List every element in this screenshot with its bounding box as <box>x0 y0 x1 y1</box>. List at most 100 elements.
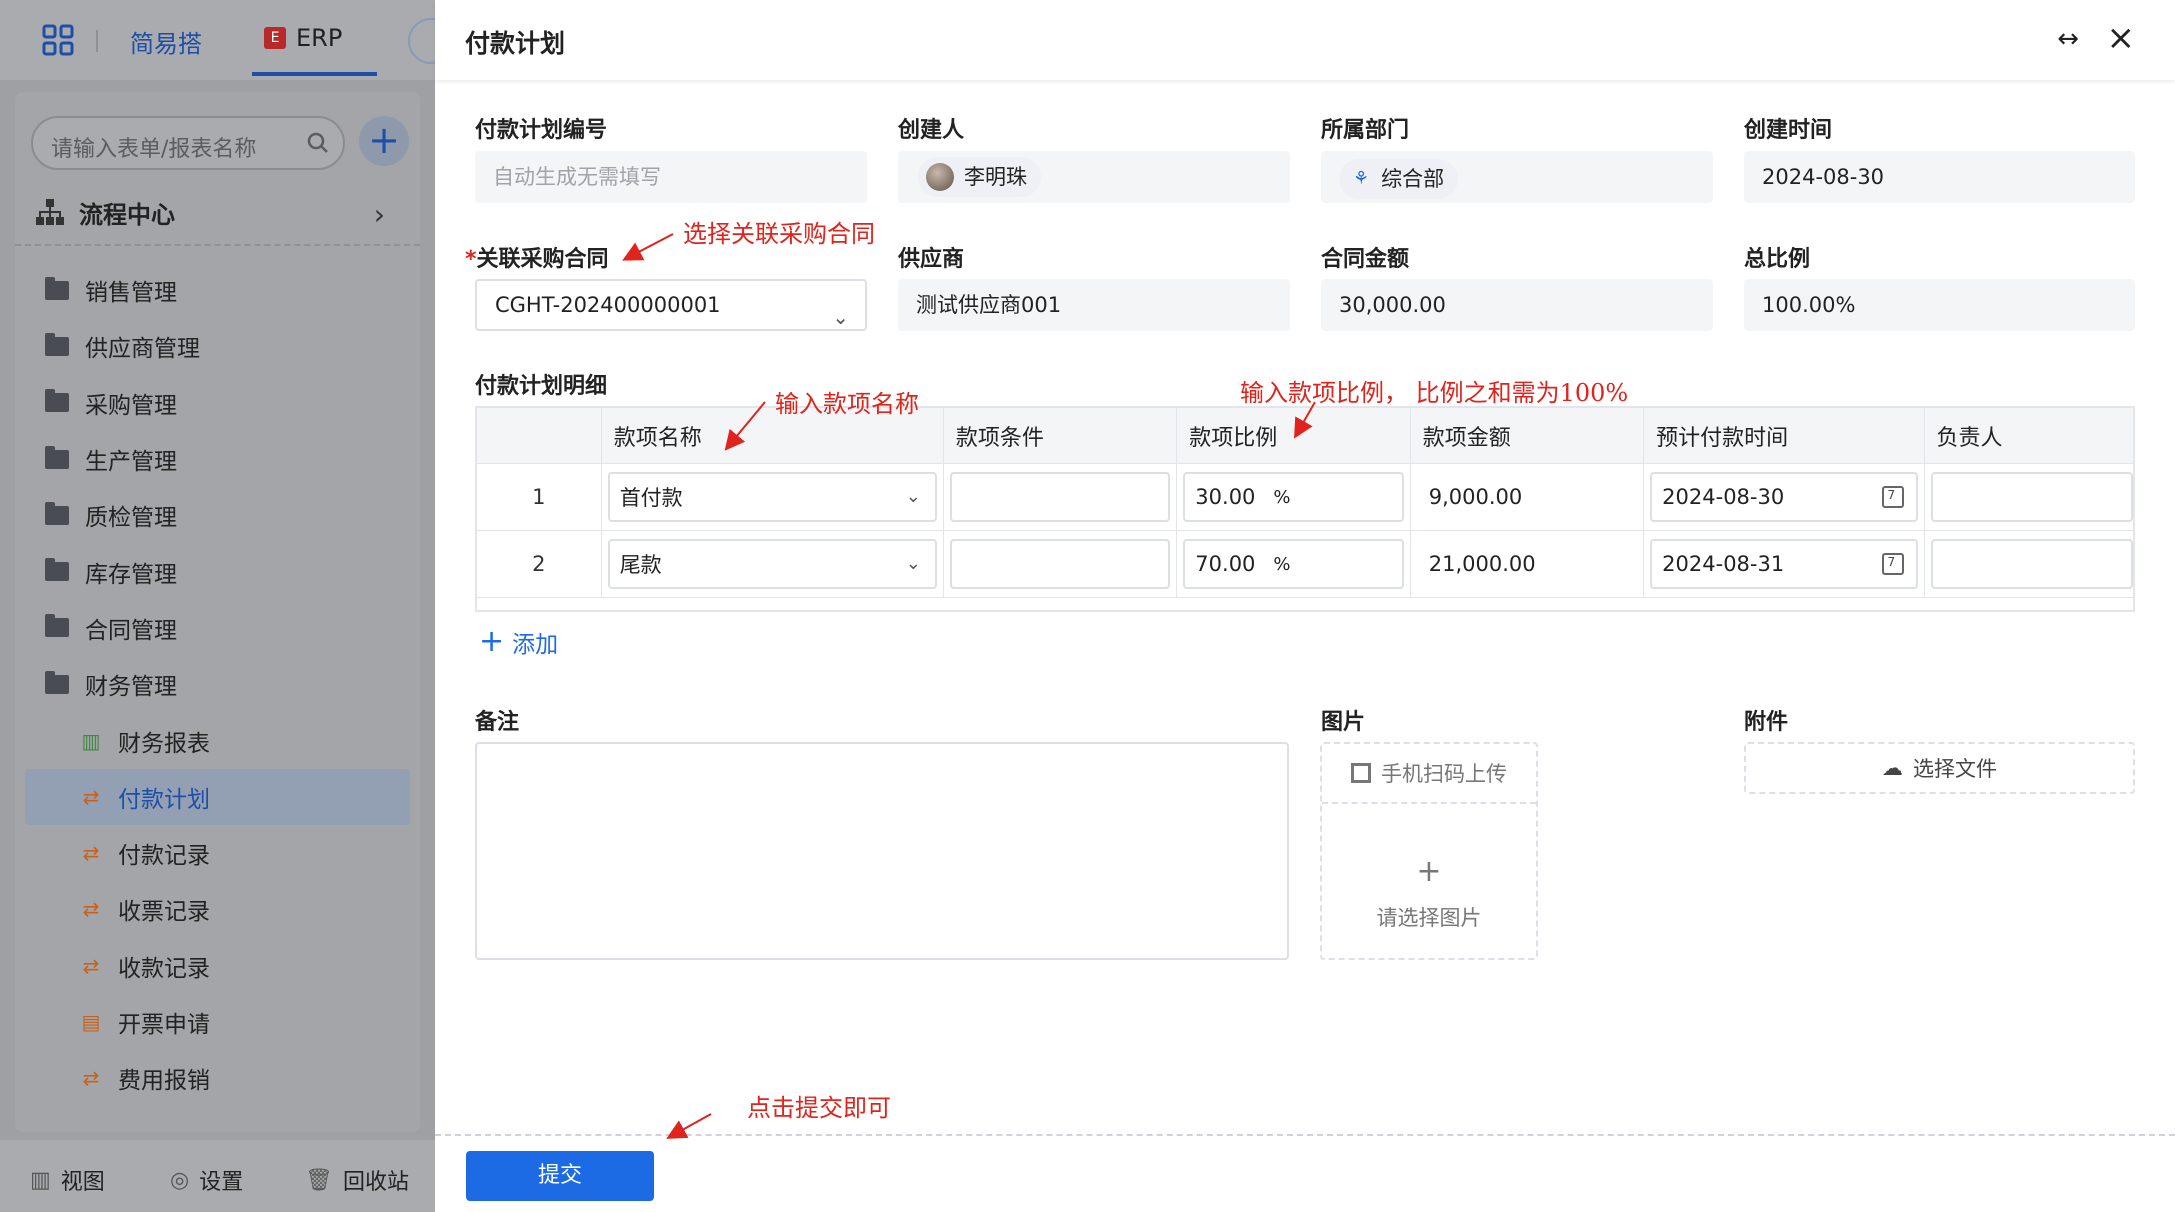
item-name-select[interactable]: 首付款 ⌄ <box>607 472 937 522</box>
sidebar-item-receipt-record[interactable]: ⇄ 收款记录 <box>15 938 420 994</box>
sidebar-item-supplier[interactable]: 供应商管理 <box>15 318 420 374</box>
chevron-right-icon: › <box>373 198 385 231</box>
item-condition-input[interactable] <box>949 539 1171 589</box>
dept-field[interactable]: ⚘ 综合部 <box>1321 151 1713 203</box>
owner-input[interactable] <box>1930 472 2133 522</box>
column-header <box>477 408 602 463</box>
item-name-select[interactable]: 尾款 ⌄ <box>607 539 937 589</box>
flow-center[interactable]: 流程中心 › <box>35 192 415 232</box>
sidebar-item-contract[interactable]: 合同管理 <box>15 600 420 656</box>
sidebar-item-invoice-request[interactable]: ▤ 开票申请 <box>15 994 420 1050</box>
column-header: 款项金额 <box>1411 408 1645 463</box>
payment-plan-panel: 付款计划 ↔ × 付款计划编号 自动生成无需填写 创建人 李明珠 所属部门 ⚘ 综… <box>435 0 2175 1212</box>
sidebar-item-payment-plan[interactable]: ⇄ 付款计划 <box>25 768 410 825</box>
sidebar-item-finance[interactable]: 财务管理 <box>15 656 420 712</box>
trash-icon: 🗑 <box>305 1167 333 1193</box>
creator-name: 李明珠 <box>964 165 1027 189</box>
item-condition-input[interactable] <box>949 472 1171 522</box>
table-row: 2 尾款 ⌄ 70.00% 21,000.00 2024-08-31 <box>477 531 2133 598</box>
tab-erp[interactable]: E ERP <box>264 24 342 52</box>
column-header: 款项条件 <box>944 408 1178 463</box>
annotation-ratio: 输入款项比例， 比例之和需为100% <box>1240 379 1629 407</box>
sidebar-item-payment-record[interactable]: ⇄ 付款记录 <box>15 825 420 881</box>
payment-date-picker[interactable]: 2024-08-30 <box>1650 472 1918 522</box>
item-ratio-input[interactable]: 30.00% <box>1183 472 1404 522</box>
close-icon[interactable]: × <box>2107 18 2136 58</box>
folder-icon <box>45 614 69 638</box>
recycle-bin-button[interactable]: 🗑 回收站 <box>305 1164 409 1196</box>
item-amount-value: 21,000.00 <box>1428 552 1536 576</box>
creator-chip: 李明珠 <box>918 157 1041 197</box>
choose-file-label: 选择文件 <box>1913 757 1997 781</box>
creator-label: 创建人 <box>898 118 965 143</box>
payment-date-picker[interactable]: 2024-08-31 <box>1650 539 1918 589</box>
remark-label: 备注 <box>475 710 520 735</box>
qr-code-icon <box>1351 763 1371 783</box>
folder-icon <box>45 558 69 582</box>
bar-chart-icon: ▥ <box>81 728 101 753</box>
qr-upload-button[interactable]: 手机扫码上传 <box>1322 744 1536 804</box>
date-cell: 2024-08-30 <box>1644 464 1925 530</box>
sidebar-item-expense[interactable]: ⇄ 费用报销 <box>15 1050 420 1106</box>
plus-icon[interactable]: + <box>1322 854 1536 889</box>
tab-jianyida[interactable]: 简易搭 <box>130 24 202 59</box>
gear-icon: ◎ <box>170 1167 190 1193</box>
annotation-contract: 选择关联采购合同 <box>683 220 875 248</box>
search-input[interactable]: 请输入表单/报表名称 <box>31 116 345 170</box>
link-flow-icon: ⇄ <box>82 953 100 978</box>
item-amount-value: 9,000.00 <box>1428 485 1523 509</box>
attachment-label: 附件 <box>1744 710 1789 735</box>
expand-icon[interactable]: ↔ <box>2057 24 2079 54</box>
owner-input[interactable] <box>1930 539 2133 589</box>
folder-icon <box>45 332 69 356</box>
sidebar-item-purchase[interactable]: 采购管理 <box>15 375 420 431</box>
item-ratio-value: 70.00 <box>1195 552 1256 576</box>
amount-label: 合同金额 <box>1321 247 1410 272</box>
sidebar-item-finance-report[interactable]: ▥ 财务报表 <box>15 712 420 768</box>
contract-select[interactable]: CGHT-202400000001 ⌄ <box>475 279 867 331</box>
arrow-contract <box>622 233 674 261</box>
sidebar-item-label: 费用报销 <box>118 1068 210 1095</box>
choose-image-label[interactable]: 请选择图片 <box>1322 902 1536 932</box>
ratio-field: 100.00% <box>1744 279 2135 331</box>
item-name-value: 首付款 <box>619 486 683 510</box>
contract-label: *关联采购合同 <box>465 241 609 273</box>
calendar-icon <box>1881 553 1904 575</box>
image-upload: 手机扫码上传 + 请选择图片 <box>1320 742 1538 960</box>
item-name-value: 尾款 <box>619 553 662 577</box>
search-icon <box>307 132 328 153</box>
settings-button[interactable]: ◎ 设置 <box>170 1164 243 1196</box>
apps-grid-icon[interactable] <box>42 24 74 56</box>
item-ratio-value: 30.00 <box>1195 485 1256 509</box>
link-flow-icon: ⇄ <box>82 1066 100 1091</box>
sidebar-item-inventory[interactable]: 库存管理 <box>15 543 420 599</box>
add-row-label: 添加 <box>512 631 559 658</box>
remark-textarea[interactable] <box>475 742 1289 960</box>
calendar-icon <box>1881 486 1904 508</box>
sidebar: 请输入表单/报表名称 + 流程中心 › 销售管理 供应商管理 采购管理 生产管理 <box>15 92 420 1132</box>
chevron-down-icon: ⌄ <box>905 553 921 574</box>
add-row-button[interactable]: + 添加 <box>479 624 558 659</box>
column-header: 负责人 <box>1936 425 2003 451</box>
sidebar-item-quality[interactable]: 质检管理 <box>15 487 420 543</box>
owner-cell <box>1925 464 2133 530</box>
erp-icon: E <box>264 27 286 49</box>
recycle-label: 回收站 <box>342 1170 409 1195</box>
add-form-button[interactable]: + <box>359 116 409 166</box>
name-cell: 首付款 ⌄ <box>602 464 944 530</box>
sidebar-item-invoice-received[interactable]: ⇄ 收票记录 <box>15 881 420 937</box>
table-scrollbar[interactable] <box>477 598 2133 612</box>
table-row: 1 首付款 ⌄ 30.00% 9,000.00 2024-08-30 <box>477 464 2133 531</box>
creator-field[interactable]: 李明珠 <box>898 151 1290 203</box>
submit-button[interactable]: 提交 <box>466 1151 654 1201</box>
supplier-label: 供应商 <box>898 247 965 272</box>
item-ratio-input[interactable]: 70.00% <box>1183 539 1404 589</box>
sidebar-item-label: 合同管理 <box>85 617 177 644</box>
sidebar-item-label: 质检管理 <box>85 505 177 532</box>
payment-date-value: 2024-08-31 <box>1662 552 1785 576</box>
sidebar-item-production[interactable]: 生产管理 <box>15 431 420 487</box>
view-button[interactable]: ▥ 视图 <box>30 1164 105 1196</box>
choose-file-button[interactable]: ☁ 选择文件 <box>1744 742 2135 794</box>
sidebar-item-sales[interactable]: 销售管理 <box>15 262 420 318</box>
panel-header: 付款计划 ↔ × <box>435 0 2175 80</box>
